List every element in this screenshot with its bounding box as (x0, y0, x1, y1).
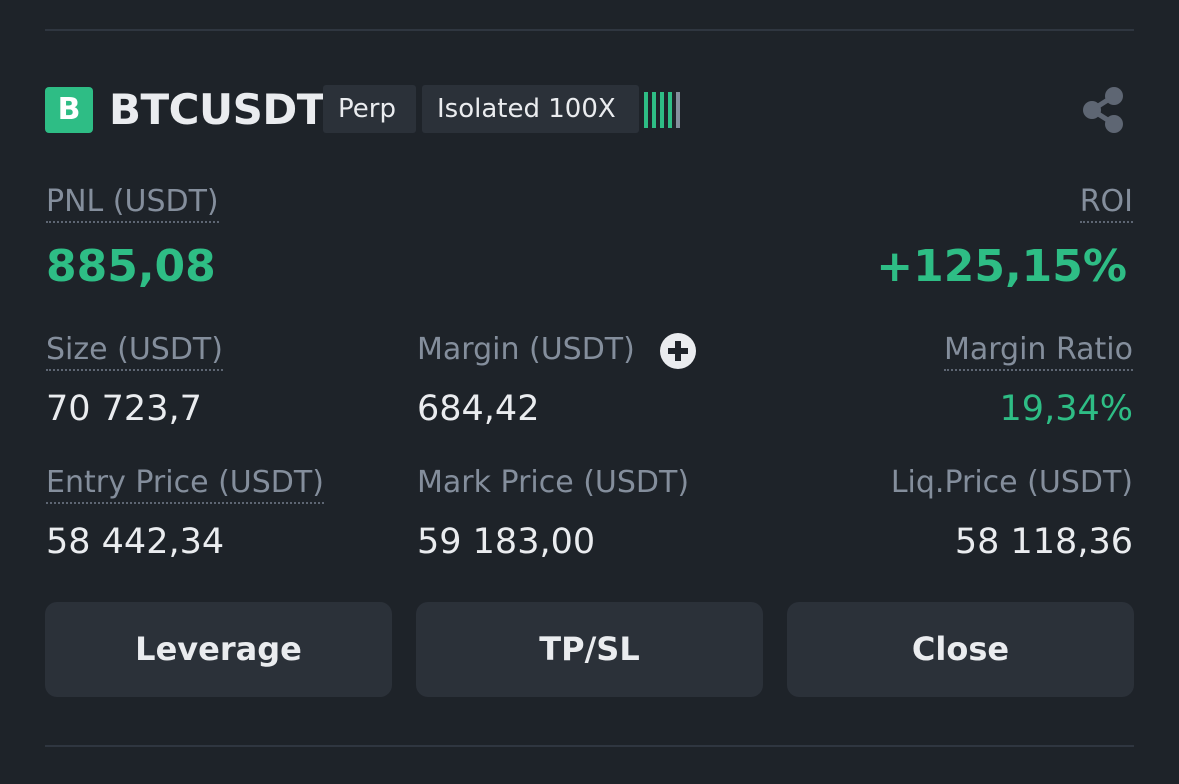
margin-mode-tag[interactable]: Isolated 100X (422, 85, 639, 133)
leverage-button[interactable]: Leverage (45, 602, 392, 697)
top-divider (45, 29, 1134, 31)
margin-label: Margin (USDT) (417, 332, 635, 367)
pnl-label[interactable]: PNL (USDT) (46, 184, 219, 223)
coin-badge: B (45, 87, 93, 133)
mark-price-label: Mark Price (USDT) (417, 465, 690, 500)
mark-price-value: 59 183,00 (417, 522, 596, 562)
leverage-bar (660, 92, 664, 128)
symbol-title[interactable]: BTCUSDT (109, 84, 325, 136)
share-icon[interactable] (1080, 86, 1126, 134)
leverage-bar (652, 92, 656, 128)
tpsl-button[interactable]: TP/SL (416, 602, 763, 697)
entry-price-label[interactable]: Entry Price (USDT) (46, 465, 324, 504)
margin-ratio-label[interactable]: Margin Ratio (943, 332, 1133, 371)
size-label[interactable]: Size (USDT) (46, 332, 223, 371)
roi-value: +125,15% (876, 241, 1127, 292)
leverage-bar (676, 92, 680, 128)
liq-price-value: 58 118,36 (954, 522, 1133, 562)
position-header: B BTCUSDT Perp Isolated 100X (45, 84, 1134, 136)
bottom-divider (45, 745, 1134, 747)
add-margin-icon[interactable] (660, 333, 696, 369)
pnl-value: 885,08 (46, 241, 216, 292)
liq-price-label: Liq.Price (USDT) (890, 465, 1133, 500)
position-card: B BTCUSDT Perp Isolated 100X PNL (USDT) … (0, 0, 1179, 784)
roi-label[interactable]: ROI (1079, 184, 1133, 223)
size-value: 70 723,7 (46, 389, 202, 429)
contract-type-tag: Perp (323, 85, 416, 133)
leverage-bar (668, 92, 672, 128)
close-button[interactable]: Close (787, 602, 1134, 697)
margin-ratio-value: 19,34% (999, 389, 1133, 429)
entry-price-value: 58 442,34 (46, 522, 225, 562)
leverage-bar (644, 92, 648, 128)
margin-value: 684,42 (417, 389, 540, 429)
